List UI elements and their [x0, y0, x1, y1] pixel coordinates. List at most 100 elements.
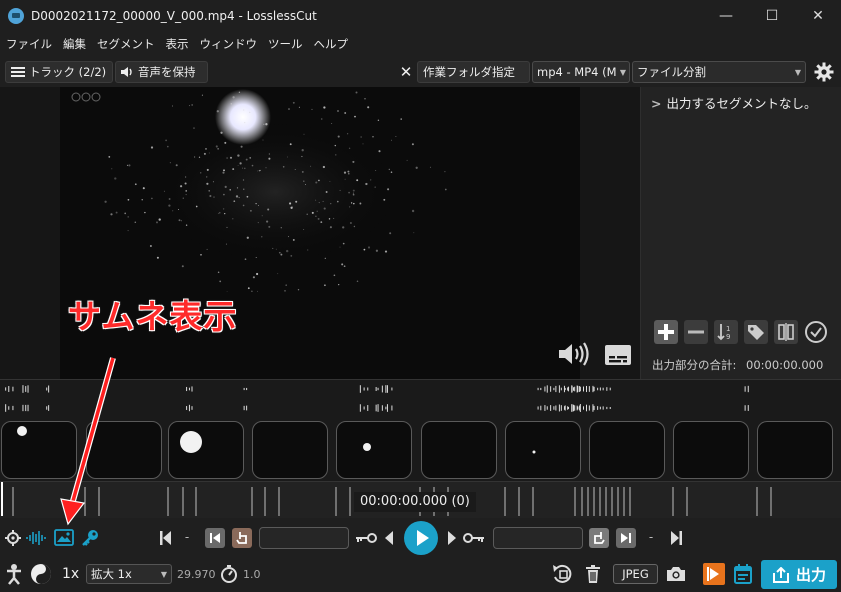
step-forward-icon[interactable] [447, 531, 457, 545]
zoom-select-value: 拡大 1x [91, 567, 132, 581]
check-circle-icon[interactable] [804, 320, 828, 344]
minimize-button[interactable]: — [703, 0, 749, 31]
playback-rate-value: 1.0 [243, 567, 261, 581]
remove-segment-icon[interactable] [684, 320, 708, 344]
thumbnail-image [758, 422, 833, 479]
volume-icon[interactable] [558, 341, 590, 367]
thumbnail-image [180, 431, 202, 453]
step-back-icon[interactable] [384, 531, 394, 545]
playback-controls: - - [0, 518, 841, 558]
cut-end-time-input[interactable] [493, 527, 583, 549]
thumbnail[interactable] [168, 421, 244, 479]
thumbnail[interactable] [673, 421, 749, 479]
yin-yang-icon[interactable] [30, 563, 52, 585]
title-bar: D0002021172_00000_V_000.mp4 - LosslessCu… [0, 0, 841, 31]
simple-mode-person-icon[interactable] [5, 563, 23, 585]
seek-segment-end-button[interactable] [616, 528, 636, 548]
export-button[interactable]: 出力 [761, 560, 837, 589]
list-icon [11, 67, 25, 77]
speed-label[interactable]: 1x [62, 564, 79, 584]
volume-icon [121, 67, 132, 77]
add-segment-icon[interactable] [654, 320, 678, 344]
format-select[interactable]: mp4 - MP4 (M ▼ [532, 61, 630, 83]
hand-pointer-icon [236, 532, 247, 544]
tag-icon[interactable] [744, 320, 768, 344]
settings-gear-icon[interactable] [814, 62, 834, 82]
chevron-down-icon: ▼ [619, 67, 626, 77]
keep-audio-button[interactable]: 音声を保持 [115, 61, 208, 83]
menu-view[interactable]: 表示 [166, 36, 189, 52]
mode-select[interactable]: ファイル分割 ▼ [632, 61, 806, 83]
play-button[interactable] [403, 520, 439, 556]
keep-audio-label: 音声を保持 [138, 65, 196, 79]
sort-segments-icon[interactable]: 19 [714, 320, 738, 344]
current-time-display: 00:00:00.000 (0) [354, 492, 476, 512]
calendar-icon[interactable] [734, 564, 752, 584]
seek-segment-start-button[interactable] [205, 528, 225, 548]
playback-rate-gauge-icon[interactable] [220, 565, 238, 583]
fps-value: 29.970 [177, 567, 216, 581]
thumbnail[interactable] [86, 421, 162, 479]
waveform-graphic [5, 385, 749, 412]
maximize-button[interactable]: ☐ [749, 0, 795, 31]
camera-icon[interactable] [666, 566, 686, 582]
capture-format-button[interactable]: JPEG [613, 564, 658, 584]
menu-help[interactable]: ヘルプ [314, 36, 349, 52]
key-icon[interactable] [81, 529, 99, 547]
set-cut-end-button[interactable] [589, 528, 609, 548]
settings-icon[interactable] [5, 530, 21, 546]
split-segment-icon[interactable] [774, 320, 798, 344]
thumbnail-strip[interactable] [0, 419, 841, 481]
workdir-button[interactable]: 作業フォルダ指定 [417, 61, 530, 83]
total-duration-label: 出力部分の合計: [652, 358, 737, 372]
menu-segment[interactable]: セグメント [97, 36, 155, 52]
no-segments-text: 出力するセグメントなし。 [666, 96, 817, 111]
thumbnail[interactable] [589, 421, 665, 479]
export-segments-toggle-icon[interactable] [703, 563, 725, 585]
jump-segment-start-icon [210, 533, 220, 543]
thumbnail[interactable] [505, 421, 581, 479]
keyframe-back-icon[interactable] [355, 532, 377, 544]
thumbnail[interactable] [421, 421, 497, 479]
clear-close-icon[interactable]: ✕ [398, 63, 414, 81]
menu-window[interactable]: ウィンドウ [200, 36, 258, 52]
keyframe-forward-icon[interactable] [463, 532, 485, 544]
menu-file[interactable]: ファイル [6, 36, 52, 52]
annotation-label: サムネ表示 [68, 297, 238, 336]
trash-icon[interactable] [585, 565, 601, 583]
menu-tools[interactable]: ツール [268, 36, 303, 52]
thumbnail[interactable] [252, 421, 328, 479]
thumbnail[interactable] [336, 421, 412, 479]
jump-to-start-icon[interactable] [160, 531, 172, 545]
mode-select-value: ファイル分割 [637, 65, 706, 79]
svg-text:1: 1 [726, 325, 730, 333]
jump-to-end-icon[interactable] [670, 531, 682, 545]
thumbnail-image [532, 450, 536, 454]
thumbnail[interactable] [1, 421, 77, 479]
capture-format-label: JPEG [622, 567, 649, 581]
jump-segment-end-icon [621, 533, 631, 543]
chevron-down-icon: ▼ [794, 67, 801, 77]
menu-edit[interactable]: 編集 [63, 36, 86, 52]
cut-start-time-input[interactable] [259, 527, 349, 549]
rotate-icon[interactable] [551, 563, 573, 585]
set-cut-start-button[interactable] [232, 528, 252, 548]
close-button[interactable]: ✕ [795, 0, 841, 31]
export-icon [772, 566, 789, 583]
thumbnail[interactable] [757, 421, 833, 479]
start-dash: - [184, 530, 190, 544]
bottom-bar: 1x 拡大 1x ▼ 29.970 1.0 JPEG 出力 [0, 558, 841, 592]
tracks-button[interactable]: トラック (2/2) [5, 61, 113, 83]
subtitles-icon[interactable] [605, 345, 631, 365]
svg-text:9: 9 [726, 333, 730, 341]
thumbnail-image [363, 443, 371, 451]
thumbnail-image [590, 422, 665, 479]
waveform-toggle-icon[interactable] [26, 530, 48, 546]
thumbnail-image [87, 422, 162, 479]
zoom-select[interactable]: 拡大 1x ▼ [86, 564, 172, 584]
thumbnails-toggle-icon[interactable] [54, 529, 74, 546]
audio-waveform[interactable] [0, 379, 841, 419]
keyframe-timeline[interactable]: 00:00:00.000 (0) [0, 481, 841, 518]
export-label: 出力 [795, 566, 826, 584]
top-toolbar: トラック (2/2) 音声を保持 ✕ 作業フォルダ指定 mp4 - MP4 (M… [0, 57, 841, 87]
